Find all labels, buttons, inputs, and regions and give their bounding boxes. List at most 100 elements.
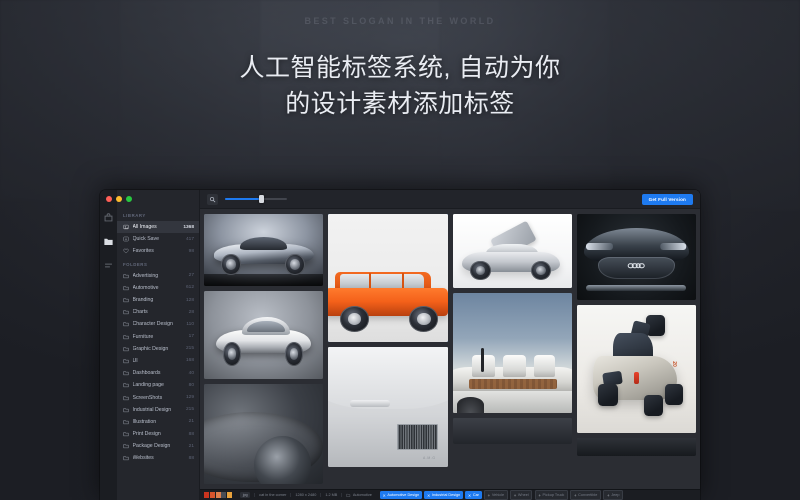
add-tag-icon[interactable]: + <box>514 493 517 498</box>
bag-icon[interactable] <box>103 212 114 223</box>
maximize-window-button[interactable] <box>126 196 132 202</box>
grid-item-silver-concept-car[interactable] <box>204 214 324 286</box>
sidebar-item-all-images[interactable]: All Images 1368 <box>117 221 199 234</box>
sidebar-folder-industrial-design[interactable]: Industrial Design 215 <box>117 404 199 416</box>
close-window-button[interactable] <box>106 196 112 202</box>
sidebar-item-label: UI <box>132 357 138 364</box>
sidebar-folder-advertising[interactable]: Advertising 27 <box>117 270 199 282</box>
folder-icon <box>123 297 129 303</box>
status-applied-tag-chip[interactable]: ✕ Automotive Design <box>379 490 422 500</box>
slider-knob[interactable] <box>259 195 265 203</box>
quick-save-icon <box>123 236 129 242</box>
grid-column: A.M.G <box>328 214 448 489</box>
folder-icon <box>123 455 129 461</box>
sidebar-folder-furniture[interactable]: Furniture 17 <box>117 331 199 343</box>
artwork <box>204 291 324 379</box>
get-full-version-button[interactable]: Get Full Version <box>641 193 693 205</box>
add-tag-icon[interactable]: + <box>488 493 491 498</box>
image-grid[interactable]: A.M.G 20 <box>200 209 700 489</box>
remove-tag-icon[interactable]: ✕ <box>427 493 430 498</box>
color-palette <box>204 492 233 498</box>
content-area: Get Full Version A.M.G 20 jpg cat in the… <box>200 190 700 500</box>
status-applied-tag-chip[interactable]: ✕ Industrial Design <box>424 490 463 500</box>
slider-fill <box>225 198 261 200</box>
status-suggestion-tag-chip[interactable]: + Vehicle <box>484 490 508 500</box>
status-suggestion-tag-chip[interactable]: + Pickup Truck <box>534 490 568 500</box>
status-bar-tags[interactable]: ✕ Automotive Design ✕ Industrial Design ✕ Car… <box>379 490 696 500</box>
sidebar-folder-ui[interactable]: UI 168 <box>117 355 199 367</box>
search-icon[interactable] <box>207 193 218 205</box>
status-applied-tag-chip[interactable]: ✕ Car <box>465 490 482 500</box>
artwork <box>328 214 448 342</box>
artwork <box>576 214 696 300</box>
grid-item-grille-detail[interactable]: A.M.G <box>328 347 448 467</box>
folder-icon <box>123 273 129 279</box>
sidebar-folder-graphic-design[interactable]: Graphic Design 215 <box>117 343 199 355</box>
grid-item-audi-front-concept[interactable] <box>576 214 696 300</box>
file-metadata: jpg cat in the corner 1280 x 2480 1.2 MB… <box>236 491 376 499</box>
sidebar[interactable]: LIBRARY All Images 1368 Quick Save 417 F… <box>117 190 200 500</box>
status-suggestion-tag-label: Wheel <box>517 493 529 497</box>
artwork: 20 <box>576 305 696 433</box>
file-name: cat in the corner <box>254 493 290 497</box>
sidebar-item-label: Favorites <box>132 248 154 255</box>
status-bar: jpg cat in the corner 1280 x 2480 1.2 MB… <box>200 489 700 500</box>
add-tag-icon[interactable]: + <box>538 493 541 498</box>
sidebar-folder-branding[interactable]: Branding 128 <box>117 294 199 306</box>
folder-icon[interactable] <box>103 236 114 247</box>
folder-icon <box>346 493 351 497</box>
grid-item-white-gullwing-suv[interactable] <box>452 214 572 288</box>
grid-item-partial-light[interactable] <box>576 438 696 456</box>
grid-item-convertible-seascape[interactable] <box>452 293 572 413</box>
sidebar-folder-list[interactable]: Advertising 27 Automotive 612 Branding 128 Cha… <box>117 270 199 465</box>
sidebar-item-label: Quick Save <box>132 236 160 243</box>
sidebar-item-label: Graphic Design <box>132 345 169 352</box>
sidebar-folder-screenshots[interactable]: ScreenShots 129 <box>117 391 199 403</box>
status-suggestion-tag-label: Convertible <box>578 493 598 497</box>
folder-icon <box>123 382 129 388</box>
minimize-window-button[interactable] <box>116 196 122 202</box>
add-tag-icon[interactable]: + <box>607 493 610 498</box>
palette-swatch <box>209 492 215 498</box>
status-suggestion-tag-chip[interactable]: + Convertible <box>570 490 601 500</box>
app-window: LIBRARY All Images 1368 Quick Save 417 F… <box>100 190 700 500</box>
status-suggestion-tag-chip[interactable]: + Wheel <box>510 490 533 500</box>
grid-item-white-classic-coupe[interactable] <box>204 291 324 379</box>
sidebar-folder-charts[interactable]: Charts 28 <box>117 306 199 318</box>
sidebar-folder-illustration[interactable]: Illustration 21 <box>117 416 199 428</box>
sidebar-item-count: 128 <box>185 297 194 303</box>
grid-column <box>204 214 324 489</box>
sidebar-item-label: Industrial Design <box>132 406 172 413</box>
add-tag-icon[interactable]: + <box>574 493 577 498</box>
artwork <box>576 438 696 456</box>
file-folder[interactable]: Automotive <box>341 492 376 498</box>
sidebar-item-quick-save[interactable]: Quick Save 417 <box>117 233 199 245</box>
remove-tag-icon[interactable]: ✕ <box>468 493 471 498</box>
sidebar-folder-websites[interactable]: Websites 88 <box>117 452 199 464</box>
sidebar-item-favorites[interactable]: Favorites 98 <box>117 245 199 257</box>
folder-icon <box>123 419 129 425</box>
grid-item-dark-car-wheel-detail[interactable] <box>204 384 324 484</box>
list-icon[interactable] <box>103 260 114 271</box>
sidebar-folder-automotive[interactable]: Automotive 612 <box>117 282 199 294</box>
grid-item-futuristic-vehicle-render[interactable]: 20 <box>576 305 696 433</box>
grid-item-partial-dark[interactable] <box>452 418 572 444</box>
thumbnail-size-slider[interactable] <box>225 194 287 205</box>
sidebar-item-label: Furniture <box>132 333 154 340</box>
remove-tag-icon[interactable]: ✕ <box>382 493 385 498</box>
window-traffic-lights[interactable] <box>106 196 132 202</box>
sidebar-item-count: 17 <box>188 334 194 340</box>
sidebar-folder-package-design[interactable]: Package Design 21 <box>117 440 199 452</box>
sidebar-item-label: Landing page <box>132 382 164 389</box>
sidebar-item-count: 40 <box>188 370 194 376</box>
sidebar-folder-print-design[interactable]: Print Design 88 <box>117 428 199 440</box>
sidebar-item-count: 1368 <box>183 224 194 230</box>
grid-item-orange-classic-sedan[interactable] <box>328 214 448 342</box>
sidebar-folder-dashboards[interactable]: Dashboards 40 <box>117 367 199 379</box>
artwork <box>452 293 572 413</box>
sidebar-item-label: Automotive <box>132 284 159 291</box>
status-suggestion-tag-chip[interactable]: + Jeep <box>603 490 624 500</box>
sidebar-folder-landing-page[interactable]: Landing page 80 <box>117 379 199 391</box>
sidebar-folder-character-design[interactable]: Character Design 110 <box>117 318 199 330</box>
status-applied-tag-label: Car <box>472 493 479 497</box>
